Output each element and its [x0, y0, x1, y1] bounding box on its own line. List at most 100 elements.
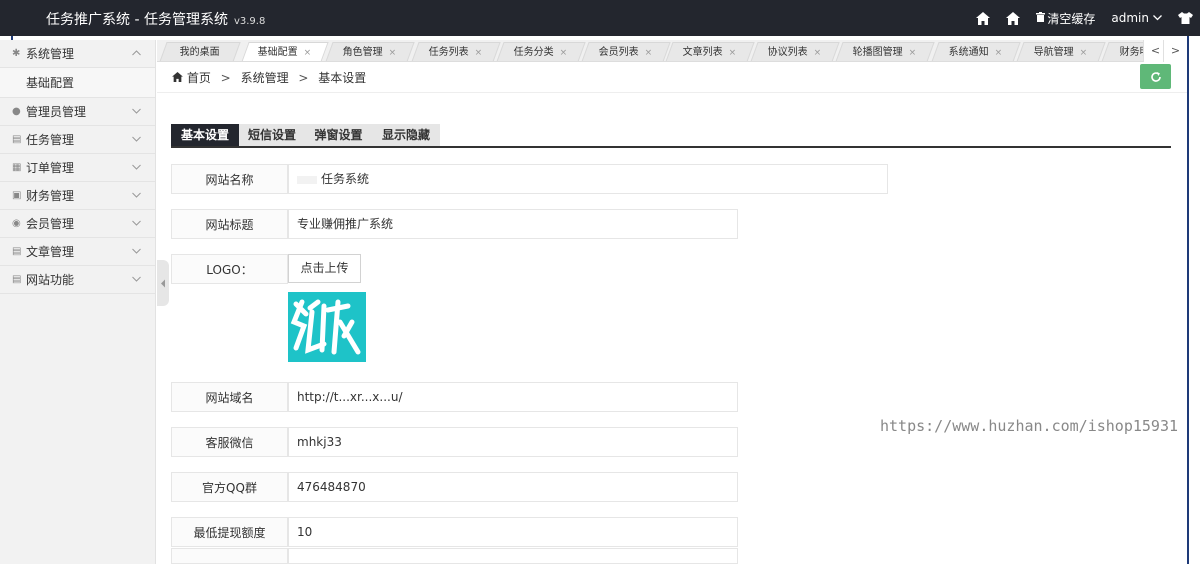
shirt-icon[interactable] [1170, 0, 1200, 36]
breadcrumb-home[interactable]: 首页 [187, 71, 211, 85]
tab-agreement-list[interactable]: 协议列表 × [750, 42, 840, 61]
close-icon[interactable]: × [814, 43, 822, 61]
sidebar-item-articles[interactable]: ▤ 文章管理 [0, 238, 155, 266]
tab-task-category[interactable]: 任务分类 × [496, 42, 586, 61]
sidebar-item-orders[interactable]: ▦ 订单管理 [0, 154, 155, 182]
home-icon[interactable] [968, 0, 998, 36]
list-icon: ▤ [12, 134, 22, 145]
chevron-down-icon [132, 210, 141, 238]
chevron-down-icon [1153, 13, 1162, 24]
breadcrumb-system[interactable]: 系统管理 [241, 71, 289, 85]
chevron-down-icon [132, 98, 141, 126]
top-bar: 任务推广系统 - 任务管理系统 v3.9.8 清空缓存 admin [0, 0, 1200, 36]
refresh-button[interactable] [1140, 64, 1171, 89]
breadcrumb-separator: > [298, 71, 309, 85]
sidebar-item-site[interactable]: ▤ 网站功能 [0, 266, 155, 294]
min-withdraw-input[interactable]: 10 [288, 517, 738, 547]
settings-tabs: 基本设置 短信设置 弹窗设置 显示隐藏 [171, 124, 1171, 148]
breadcrumb: 首页 > 系统管理 > 基本设置 [172, 69, 366, 86]
top-bar-actions: 清空缓存 admin [968, 0, 1200, 36]
breadcrumb-current: 基本设置 [318, 71, 367, 85]
breadcrumb-separator: > [220, 71, 231, 85]
sidebar-item-tasks[interactable]: ▤ 任务管理 [0, 126, 155, 154]
sidebar-item-label: 任务管理 [26, 133, 75, 147]
tab-member-list[interactable]: 会员列表 × [581, 42, 671, 61]
logo-label: LOGO： [171, 254, 288, 284]
tab-label: 导航管理 [1033, 47, 1074, 58]
app-title: 任务推广系统 - 任务管理系统 v3.9.8 [46, 9, 265, 29]
user-name: admin [1111, 11, 1149, 25]
sidebar-item-system[interactable]: ✱ 系统管理 [0, 40, 155, 68]
finance-icon: ▣ [12, 190, 22, 201]
chevron-down-icon [132, 126, 141, 154]
tab-carousel[interactable]: 轮播图管理 × [835, 42, 935, 61]
sidebar-item-admins[interactable]: ● 管理员管理 [0, 98, 155, 126]
chevron-down-icon [132, 154, 141, 182]
tab-notices[interactable]: 系统通知 × [931, 42, 1021, 61]
site-name-value: 任务系统 [321, 172, 370, 186]
sidebar-item-label: 订单管理 [26, 161, 75, 175]
close-icon[interactable]: × [560, 43, 568, 61]
clear-cache-label: 清空缓存 [1047, 11, 1096, 26]
chevron-down-icon [132, 182, 141, 210]
site-name-input[interactable]: 任务系统 [288, 164, 888, 194]
tab-label: 会员列表 [598, 47, 639, 58]
close-icon[interactable]: × [304, 43, 312, 61]
wechat-input[interactable]: mhkj33 [288, 427, 738, 457]
tab-scroll-right-button[interactable]: > [1163, 40, 1187, 62]
tab-desktop[interactable]: 我的桌面 [159, 42, 241, 61]
sidebar-item-label: 会员管理 [26, 217, 75, 231]
tab-sms-settings[interactable]: 短信设置 [239, 124, 305, 146]
sidebar-subitem-basic-config[interactable]: 基础配置 [0, 68, 155, 98]
tab-article-list[interactable]: 文章列表 × [665, 42, 755, 61]
partial-label [171, 548, 288, 564]
tab-roles[interactable]: 角色管理 × [325, 42, 415, 61]
tab-basic-config[interactable]: 基础配置 × [241, 42, 329, 61]
upload-button[interactable]: 点击上传 [288, 254, 361, 283]
close-icon[interactable]: × [389, 43, 397, 61]
close-icon[interactable]: × [995, 43, 1003, 61]
user-menu[interactable]: admin [1103, 11, 1170, 25]
tab-label: 任务列表 [428, 47, 469, 58]
sidebar-item-label: 文章管理 [26, 245, 75, 259]
tab-basic-settings[interactable]: 基本设置 [171, 124, 239, 146]
trash-icon [1036, 11, 1046, 25]
tab-task-list[interactable]: 任务列表 × [411, 42, 501, 61]
sidebar-item-finance[interactable]: ▣ 财务管理 [0, 182, 155, 210]
clear-cache-button[interactable]: 清空缓存 [1028, 10, 1103, 27]
qq-input[interactable]: 476484870 [288, 472, 738, 502]
sidebar-collapse-handle[interactable] [157, 260, 169, 306]
close-icon[interactable]: × [909, 43, 917, 61]
close-icon[interactable]: × [645, 43, 653, 61]
site-name-label: 网站名称 [171, 164, 288, 194]
chevron-left-icon [161, 279, 165, 287]
partial-input[interactable] [288, 548, 738, 564]
tab-label: 协议列表 [767, 47, 808, 58]
version-label: v3.9.8 [233, 16, 266, 27]
tab-popup-settings[interactable]: 弹窗设置 [305, 124, 372, 146]
watermark-text: https://www.huzhan.com/ishop15931 [880, 417, 1179, 435]
sidebar-item-label: 网站功能 [26, 273, 75, 287]
close-icon[interactable]: × [475, 43, 483, 61]
close-icon[interactable]: × [1080, 43, 1088, 61]
sidebar-item-label: 财务管理 [26, 189, 75, 203]
tab-label: 系统通知 [948, 47, 989, 58]
site-title-input[interactable]: 专业赚佣推广系统 [288, 209, 738, 239]
user-icon: ● [12, 106, 21, 117]
tab-visibility-settings[interactable]: 显示隐藏 [372, 124, 440, 146]
sidebar: ✱ 系统管理 基础配置 ● 管理员管理 ▤ 任务管理 ▦ 订单管理 ▣ 财务管理… [0, 40, 156, 564]
domain-label: 网站域名 [171, 382, 288, 412]
order-icon: ▦ [12, 162, 22, 173]
gear-icon: ✱ [12, 48, 21, 59]
member-icon: ◉ [12, 218, 21, 229]
app-title-text: 任务推广系统 - 任务管理系统 [46, 12, 228, 28]
tab-navigation[interactable]: 导航管理 × [1016, 42, 1106, 61]
tab-label: 基础配置 [257, 47, 298, 58]
domain-input[interactable]: http://t...xr...x...u/ [288, 382, 738, 412]
sidebar-item-label: 系统管理 [26, 47, 75, 61]
close-icon[interactable]: × [729, 43, 737, 61]
sidebar-item-members[interactable]: ◉ 会员管理 [0, 210, 155, 238]
wechat-label: 客服微信 [171, 427, 288, 457]
home-alt-icon[interactable] [998, 0, 1028, 36]
site-title-label: 网站标题 [171, 209, 288, 239]
